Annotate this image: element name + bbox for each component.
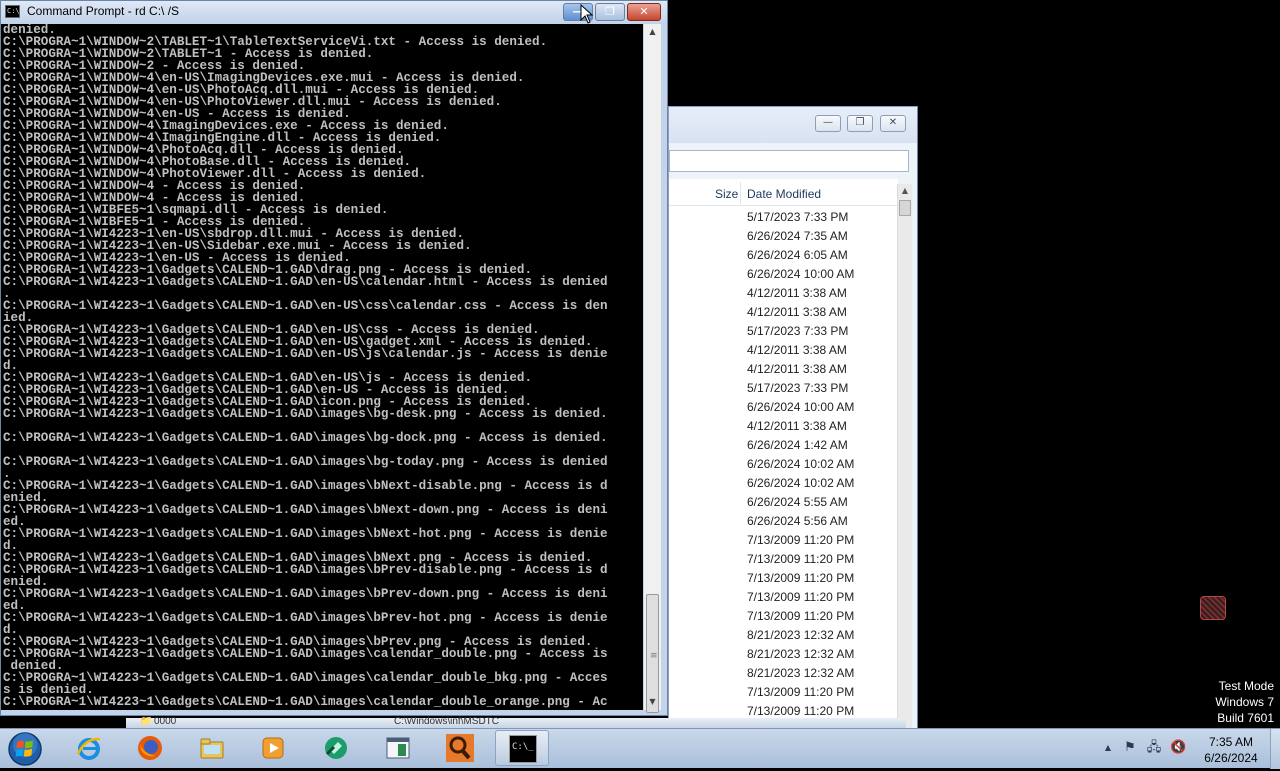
file-row-date[interactable]: 8/21/2023 12:32 AM: [747, 664, 854, 683]
clock[interactable]: 7:35 AM 6/26/2024: [1196, 734, 1266, 766]
taskbar-firefox[interactable]: [123, 730, 177, 766]
clock-time: 7:35 AM: [1208, 735, 1254, 749]
close-button[interactable]: ✕: [627, 3, 661, 21]
internet-explorer-icon: [76, 737, 101, 760]
window-peek-strip: 📁 0000 C:\Windows\inf\MSDTC: [126, 716, 906, 728]
cmd-scrollbar[interactable]: ▲ ≡ ▼: [644, 24, 661, 713]
minimize-icon: —: [823, 117, 833, 128]
column-size[interactable]: Size: [715, 187, 738, 201]
folder-icon: 📁: [140, 716, 153, 727]
file-row-date[interactable]: 7/13/2009 11:20 PM: [747, 588, 854, 607]
file-row-date[interactable]: 7/13/2009 11:20 PM: [747, 550, 854, 569]
restore-icon: ❐: [855, 117, 865, 128]
close-icon: ✕: [888, 117, 898, 128]
cmd-app-icon[interactable]: C:\: [5, 5, 20, 18]
explorer-minimize-button[interactable]: —: [815, 115, 841, 132]
scroll-down-arrow-icon[interactable]: ▼: [644, 694, 661, 710]
mouse-cursor-icon: [580, 4, 594, 24]
maximize-button[interactable]: ❐: [595, 3, 625, 21]
console-text: denied. C:\PROGRA~1\WINDOW~2\TABLET~1\Ta…: [3, 24, 608, 709]
peek-right-text: C:\Windows\inf\MSDTC: [394, 716, 500, 727]
globe-arrow-icon: [325, 737, 347, 759]
close-icon: ✕: [639, 5, 649, 18]
taskbar-app-globe[interactable]: [309, 730, 363, 766]
column-date-modified[interactable]: Date Modified: [747, 187, 821, 201]
taskbar-app-window[interactable]: [371, 730, 425, 766]
scroll-thumb[interactable]: [899, 200, 911, 216]
scroll-up-arrow-icon[interactable]: ▲: [644, 24, 661, 40]
file-row-date[interactable]: 4/12/2011 3:38 AM: [747, 303, 854, 322]
file-row-date[interactable]: 6/26/2024 7:35 AM: [747, 227, 854, 246]
file-row-date[interactable]: 6/26/2024 10:02 AM: [747, 474, 854, 493]
window-title: Command Prompt - rd C:\ /S: [27, 4, 180, 18]
cmd-icon-label: C:\_: [512, 742, 534, 752]
media-player-icon: [262, 737, 284, 759]
file-row-date[interactable]: 7/13/2009 11:20 PM: [747, 531, 854, 550]
file-row-date[interactable]: 6/26/2024 10:00 AM: [747, 398, 854, 417]
date-column: 5/17/2023 7:33 PM 6/26/2024 7:35 AM 6/26/2…: [747, 208, 854, 721]
show-desktop-button[interactable]: [1270, 729, 1280, 769]
volume-muted-icon[interactable]: 🔇: [1170, 740, 1186, 756]
windows-logo-icon: [8, 732, 42, 766]
magnifier-icon: [446, 734, 474, 762]
column-divider[interactable]: [740, 182, 741, 204]
folder-icon: [200, 738, 224, 759]
command-prompt-icon: C:\_: [509, 735, 537, 763]
file-row-date[interactable]: 4/12/2011 3:38 AM: [747, 360, 854, 379]
taskbar-command-prompt[interactable]: C:\_: [495, 730, 549, 766]
file-row-date[interactable]: 6/26/2024 5:56 AM: [747, 512, 854, 531]
grip-icon: ≡: [650, 651, 658, 661]
network-icon[interactable]: 🖧: [1146, 740, 1162, 756]
action-center-flag-icon[interactable]: ⚑: [1122, 740, 1138, 756]
clock-date: 6/26/2024: [1204, 751, 1258, 765]
explorer-scrollbar[interactable]: ▲: [897, 184, 912, 729]
explorer-titlebar[interactable]: — ❐ ✕: [669, 107, 917, 143]
firefox-icon: [138, 736, 162, 760]
watermark-line-3: Build 7601: [1217, 711, 1274, 725]
file-row-date[interactable]: 7/13/2009 11:20 PM: [747, 683, 854, 702]
window-app-icon: [386, 737, 410, 759]
file-row-date[interactable]: 5/17/2023 7:33 PM: [747, 208, 854, 227]
file-row-date[interactable]: 6/26/2024 10:02 AM: [747, 455, 854, 474]
file-list-header: Size Date Modified: [669, 182, 898, 206]
explorer-maximize-button[interactable]: ❐: [847, 115, 873, 132]
explorer-window[interactable]: — ❐ ✕ Size Date Modified 5/17/2023 7:33 …: [668, 106, 918, 730]
file-list[interactable]: Size Date Modified 5/17/2023 7:33 PM 6/26…: [669, 179, 898, 729]
file-row-date[interactable]: 6/26/2024 10:00 AM: [747, 265, 854, 284]
tray-expand-arrow-icon[interactable]: ▲: [1100, 740, 1116, 756]
file-row-date[interactable]: 5/17/2023 7:33 PM: [747, 379, 854, 398]
file-row-date[interactable]: 6/26/2024 5:55 AM: [747, 493, 854, 512]
peek-left-text: 0000: [154, 716, 177, 727]
taskbar: C:\_ ▲ ⚑ 🖧 🔇 7:35 AM 6/26/2024: [0, 728, 1280, 769]
scroll-up-arrow-icon[interactable]: ▲: [898, 184, 912, 198]
taskbar-search-app[interactable]: [433, 730, 487, 766]
file-row-date[interactable]: 8/21/2023 12:32 AM: [747, 645, 854, 664]
taskbar-media-player[interactable]: [246, 730, 300, 766]
explorer-search-box[interactable]: [669, 150, 909, 172]
test-mode-watermark: Test Mode Windows 7 Build 7601: [1215, 678, 1274, 726]
file-row-date[interactable]: 8/21/2023 12:32 AM: [747, 626, 854, 645]
restore-icon: ❐: [605, 5, 615, 18]
file-row-date[interactable]: 6/26/2024 1:42 AM: [747, 436, 854, 455]
desktop-icon[interactable]: [1200, 596, 1226, 620]
command-prompt-window[interactable]: C:\ Command Prompt - rd C:\ /S — ❐ ✕ den…: [0, 0, 668, 716]
watermark-line-2: Windows 7: [1215, 695, 1274, 709]
file-row-date[interactable]: 7/13/2009 11:20 PM: [747, 569, 854, 588]
file-row-date[interactable]: 7/13/2009 11:20 PM: [747, 607, 854, 626]
watermark-line-1: Test Mode: [1218, 679, 1274, 693]
file-row-date[interactable]: 5/17/2023 7:33 PM: [747, 322, 854, 341]
file-row-date[interactable]: 4/12/2011 3:38 AM: [747, 284, 854, 303]
taskbar-explorer[interactable]: [185, 730, 239, 766]
file-row-date[interactable]: 4/12/2011 3:38 AM: [747, 341, 854, 360]
cmd-titlebar[interactable]: C:\ Command Prompt - rd C:\ /S — ❐ ✕: [1, 1, 667, 23]
explorer-close-button[interactable]: ✕: [880, 115, 906, 132]
start-button[interactable]: [6, 731, 44, 767]
taskbar-internet-explorer[interactable]: [62, 730, 116, 766]
file-row-date[interactable]: 6/26/2024 6:05 AM: [747, 246, 854, 265]
file-row-date[interactable]: 4/12/2011 3:38 AM: [747, 417, 854, 436]
console-output-area[interactable]: denied. C:\PROGRA~1\WINDOW~2\TABLET~1\Ta…: [1, 24, 643, 710]
